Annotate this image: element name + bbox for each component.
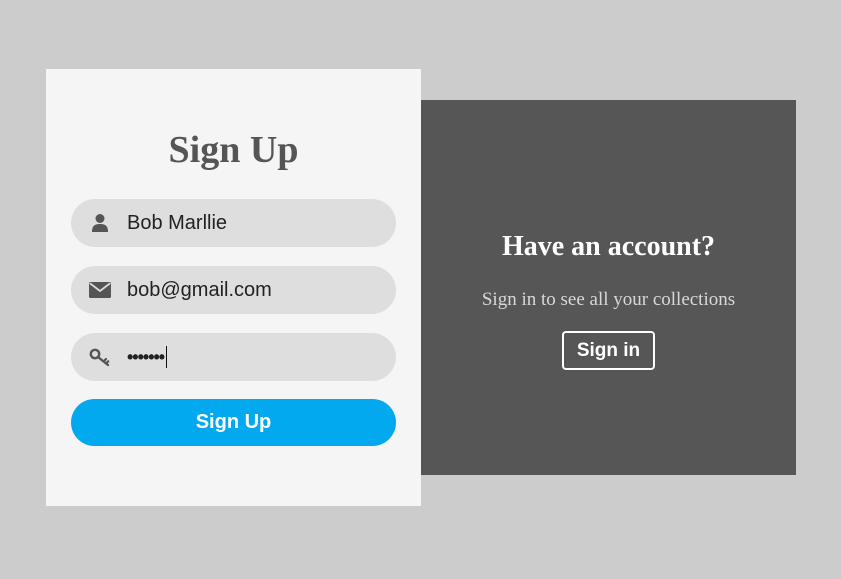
name-input[interactable]: Bob Marllie: [127, 199, 227, 247]
password-input[interactable]: •••••••: [127, 333, 168, 381]
signup-card: Sign Up Bob Marllie bob@gmail.com ••••••…: [46, 69, 421, 506]
signup-title: Sign Up: [168, 129, 299, 171]
email-field[interactable]: bob@gmail.com: [71, 266, 396, 314]
email-input[interactable]: bob@gmail.com: [127, 266, 272, 314]
user-icon: [88, 211, 112, 235]
signup-button[interactable]: Sign Up: [71, 399, 396, 446]
text-caret: [166, 345, 168, 368]
password-mask: •••••••: [127, 347, 165, 367]
envelope-icon: [88, 278, 112, 302]
signin-button[interactable]: Sign in: [562, 331, 655, 370]
signin-panel: Have an account? Sign in to see all your…: [421, 100, 796, 475]
signin-heading: Have an account?: [501, 231, 716, 262]
signin-subtitle: Sign in to see all your collections: [481, 289, 736, 310]
key-icon: [88, 345, 112, 369]
password-field[interactable]: •••••••: [71, 333, 396, 381]
name-field[interactable]: Bob Marllie: [71, 199, 396, 247]
